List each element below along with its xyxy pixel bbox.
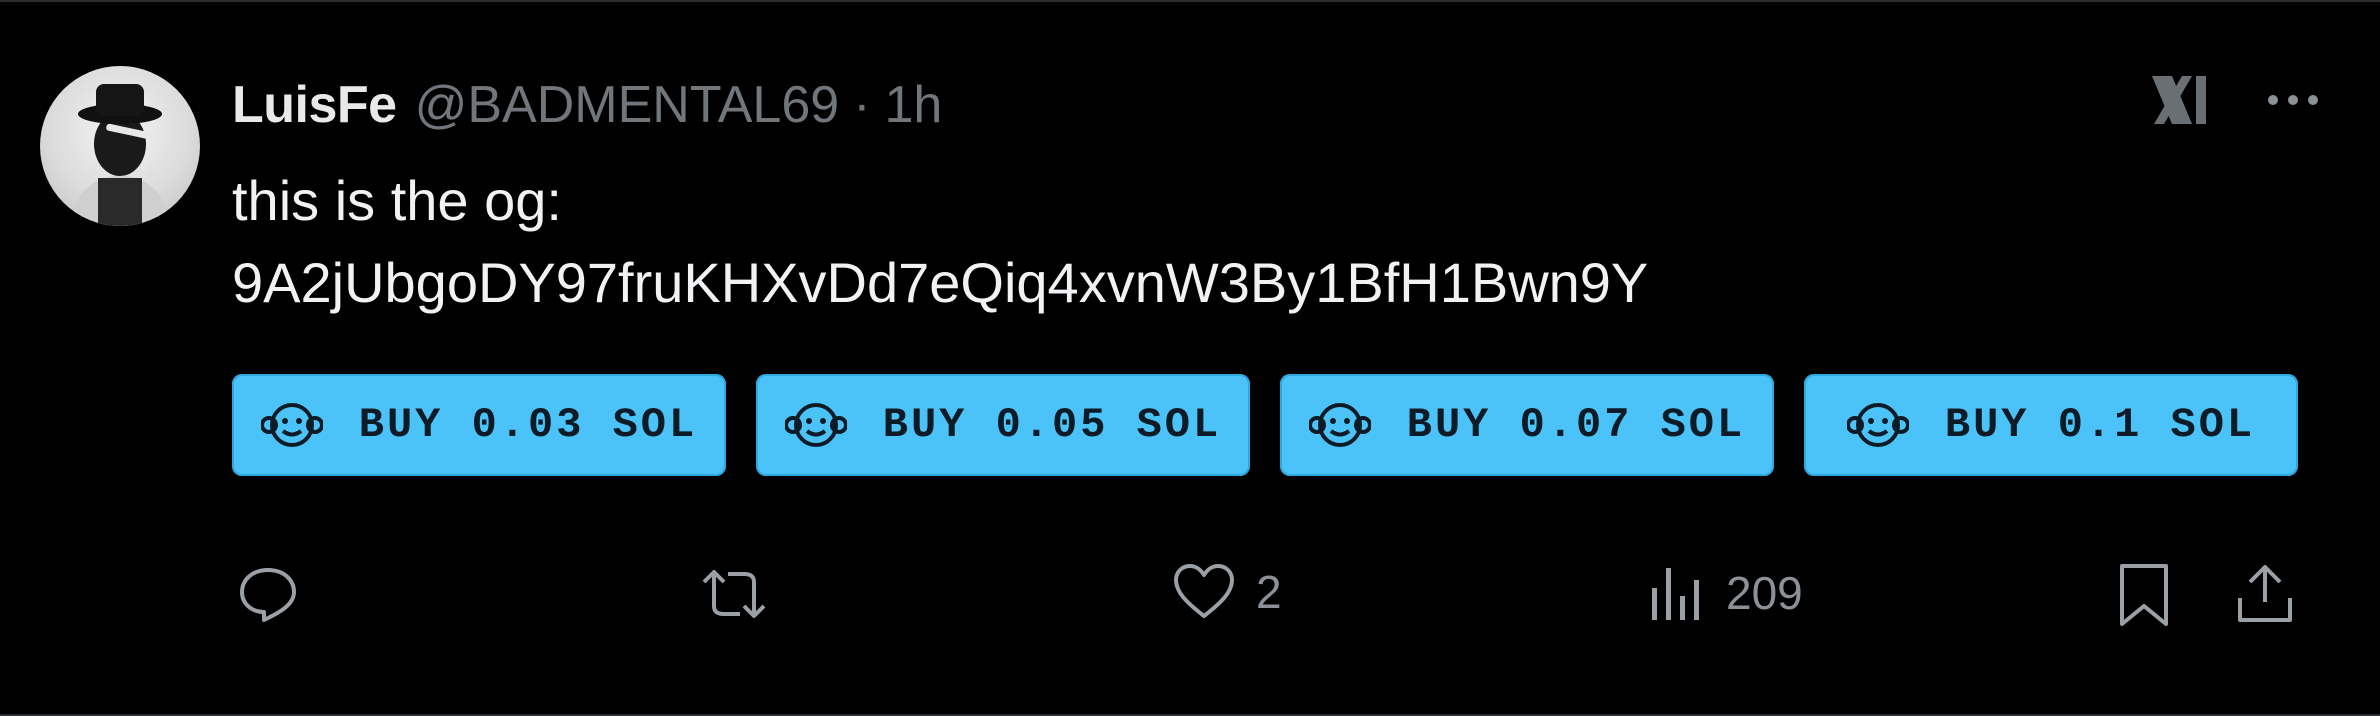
share-button[interactable]	[2236, 562, 2294, 626]
author-handle[interactable]: @BADMENTAL69	[415, 75, 840, 135]
buy-button-label: BUY 0.1 SOL	[1944, 401, 2256, 449]
buy-button-row: BUY 0.03 SOL BUY 0.05 SOL BUY 0.07 SOL B…	[232, 374, 2298, 476]
share-icon	[2236, 562, 2294, 626]
monkey-icon	[1308, 400, 1371, 450]
buy-button-label: BUY 0.07 SOL	[1406, 401, 1746, 449]
avatar-image	[70, 84, 170, 226]
tweet-top-actions	[2148, 72, 2320, 128]
tweet-card: LuisFe @BADMENTAL69 · 1h this is the og:…	[0, 0, 2380, 716]
contract-address[interactable]: 9A2jUbgoDY97fruKHXvDd7eQiq4xvnW3By1BfH1B…	[232, 242, 1648, 324]
retweet-icon	[698, 562, 770, 626]
author-name[interactable]: LuisFe	[232, 75, 397, 135]
avatar[interactable]	[40, 66, 200, 226]
tweet-header: LuisFe @BADMENTAL69 · 1h	[232, 68, 942, 142]
buy-0-05-button[interactable]: BUY 0.05 SOL	[756, 374, 1250, 476]
app-logo-icon	[2148, 72, 2212, 128]
buy-0-1-button[interactable]: BUY 0.1 SOL	[1804, 374, 2298, 476]
separator-dot: ·	[853, 76, 871, 134]
buy-button-label: BUY 0.05 SOL	[882, 401, 1222, 449]
retweet-button[interactable]	[698, 562, 770, 626]
monkey-icon	[1846, 400, 1909, 450]
bookmark-button[interactable]	[2116, 562, 2172, 628]
bookmark-icon	[2116, 562, 2172, 628]
tweet-text-line: this is the og:	[232, 169, 562, 232]
views-icon	[1648, 562, 1706, 624]
tweet-action-bar: 2 209	[232, 562, 2292, 642]
buy-button-label: BUY 0.03 SOL	[358, 401, 698, 449]
buy-0-03-button[interactable]: BUY 0.03 SOL	[232, 374, 726, 476]
monkey-icon	[784, 400, 847, 450]
reply-button[interactable]	[236, 562, 300, 626]
timestamp[interactable]: 1h	[885, 75, 943, 135]
like-count: 2	[1256, 566, 1282, 618]
like-button[interactable]: 2	[1172, 562, 1282, 622]
buy-0-07-button[interactable]: BUY 0.07 SOL	[1280, 374, 1774, 476]
tweet-text: this is the og: 9A2jUbgoDY97fruKHXvDd7eQ…	[232, 160, 1648, 324]
more-options-icon[interactable]	[2266, 93, 2320, 107]
heart-icon	[1172, 562, 1236, 622]
views-button[interactable]: 209	[1648, 562, 1803, 624]
reply-icon	[236, 562, 300, 626]
monkey-icon	[260, 400, 323, 450]
view-count: 209	[1726, 567, 1803, 619]
